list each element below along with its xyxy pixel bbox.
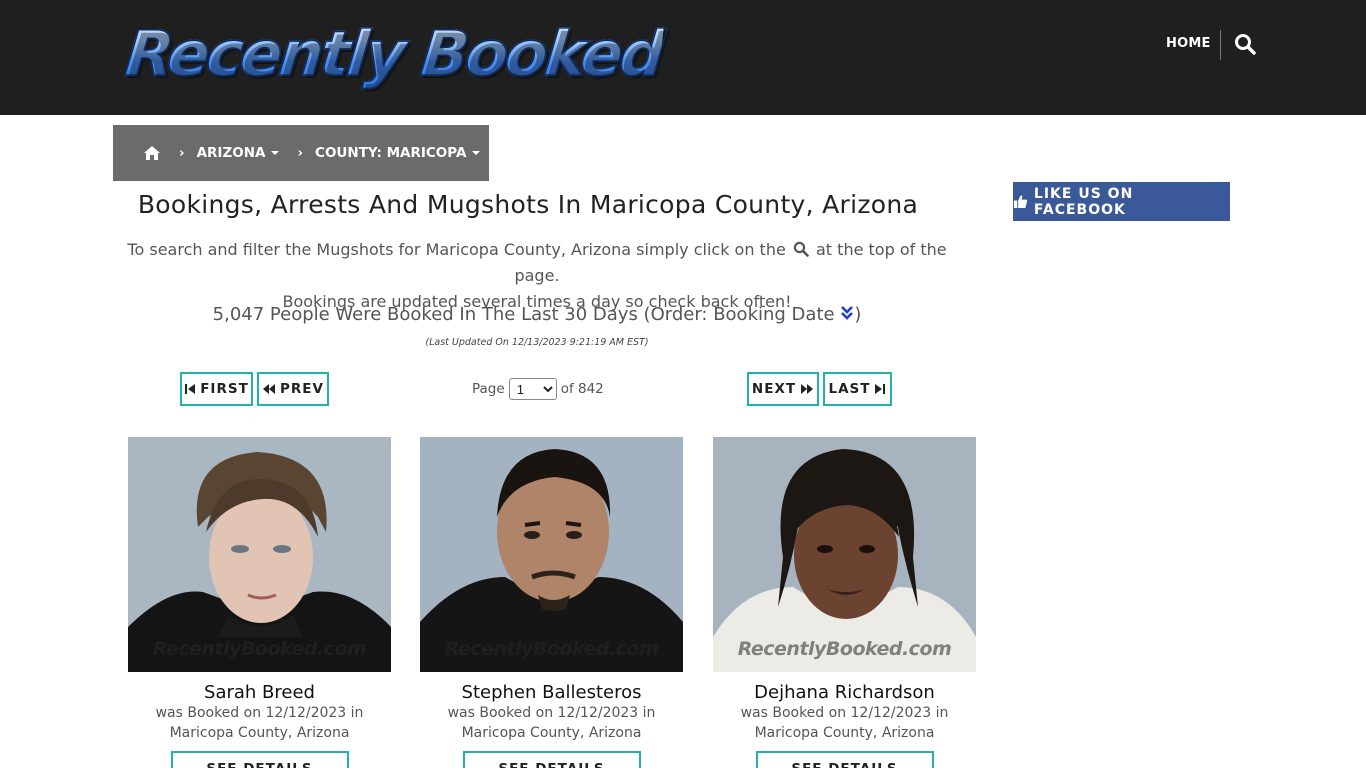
prev-page-label: PREV [280, 381, 324, 397]
mugshot-photo[interactable]: RecentlyBooked.com [420, 437, 683, 672]
caret-down-icon [271, 151, 280, 155]
booking-card: RecentlyBooked.com Dejhana Richardson wa… [713, 437, 976, 768]
breadcrumb-state-label: ARIZONA [196, 145, 266, 161]
booking-count: 5,047 People Were Booked In The Last 30 … [113, 304, 961, 325]
last-page-button[interactable]: LAST [823, 372, 892, 406]
site-logo[interactable]: Recently Booked [121, 14, 666, 94]
booking-date-line: was Booked on 12/12/2023 in [740, 705, 949, 721]
booking-location-line: Maricopa County, Arizona [461, 725, 642, 741]
intro-part1: To search and filter the Mugshots for Ma… [127, 240, 786, 259]
booking-location-line: Maricopa County, Arizona [169, 725, 350, 741]
next-page-button[interactable]: NEXT [747, 372, 819, 406]
step-backward-icon [185, 384, 196, 394]
photo-watermark: RecentlyBooked.com [444, 638, 659, 660]
first-page-label: FIRST [200, 381, 249, 397]
page-selector: Page 1 of 842 [472, 377, 604, 401]
facebook-like-label: LIKE US ON FACEBOOK [1033, 185, 1134, 218]
nav-home-link[interactable]: HOME [1166, 36, 1211, 51]
double-chevron-down-icon[interactable] [840, 305, 854, 321]
mugshot-photo[interactable]: RecentlyBooked.com [713, 437, 976, 672]
see-details-button[interactable]: SEE DETAILS [462, 751, 641, 768]
see-details-button[interactable]: SEE DETAILS [755, 751, 934, 768]
breadcrumb-state-dropdown[interactable]: ARIZONA [197, 145, 280, 161]
booking-card: RecentlyBooked.com Stephen Ballesteros w… [420, 437, 683, 768]
last-page-label: LAST [828, 381, 871, 397]
photo-watermark: RecentlyBooked.com [152, 638, 367, 660]
booking-count-close: ) [854, 304, 862, 325]
page-label: Page [472, 381, 505, 397]
breadcrumb-county-label: COUNTY: MARICOPA [315, 145, 467, 161]
booking-card: RecentlyBooked.com Sarah Breed was Booke… [128, 437, 391, 768]
person-name[interactable]: Dejhana Richardson [713, 682, 976, 703]
nav-divider [1220, 30, 1221, 60]
first-page-button[interactable]: FIRST [180, 372, 253, 406]
page-select[interactable]: 1 [508, 378, 557, 400]
mugshot-photo[interactable]: RecentlyBooked.com [128, 437, 391, 672]
booking-count-text: 5,047 People Were Booked In The Last 30 … [212, 304, 835, 325]
search-icon [793, 239, 809, 257]
step-forward-icon [875, 384, 886, 394]
search-icon[interactable] [1234, 33, 1256, 55]
logo-text: Recently Booked [121, 14, 666, 94]
breadcrumb: › ARIZONA › COUNTY: MARICOPA [113, 125, 489, 181]
thumbs-up-icon [1013, 195, 1028, 209]
site-header: Recently Booked HOME [0, 0, 1366, 115]
booking-date-line: was Booked on 12/12/2023 in [447, 705, 656, 721]
breadcrumb-county-dropdown[interactable]: COUNTY: MARICOPA [315, 145, 481, 161]
person-name[interactable]: Stephen Ballesteros [420, 682, 683, 703]
booking-location-line: Maricopa County, Arizona [754, 725, 935, 741]
forward-icon [801, 384, 814, 394]
backward-icon [263, 384, 276, 394]
person-name[interactable]: Sarah Breed [128, 682, 391, 703]
last-updated: (Last Updated On 12/13/2023 9:21:19 AM E… [425, 337, 649, 348]
photo-watermark: RecentlyBooked.com [737, 638, 952, 660]
chevron-right-icon: › [297, 145, 304, 161]
chevron-right-icon: › [179, 145, 185, 161]
booking-date-line: was Booked on 12/12/2023 in [155, 705, 364, 721]
prev-page-button[interactable]: PREV [257, 372, 329, 406]
page-title: Bookings, Arrests And Mugshots In Marico… [137, 190, 919, 219]
see-details-button[interactable]: SEE DETAILS [170, 751, 349, 768]
page-total: of 842 [560, 381, 604, 397]
next-page-label: NEXT [751, 381, 797, 397]
home-icon[interactable] [143, 145, 161, 161]
caret-down-icon [472, 151, 481, 155]
facebook-like-button[interactable]: LIKE US ON FACEBOOK [1013, 182, 1230, 221]
